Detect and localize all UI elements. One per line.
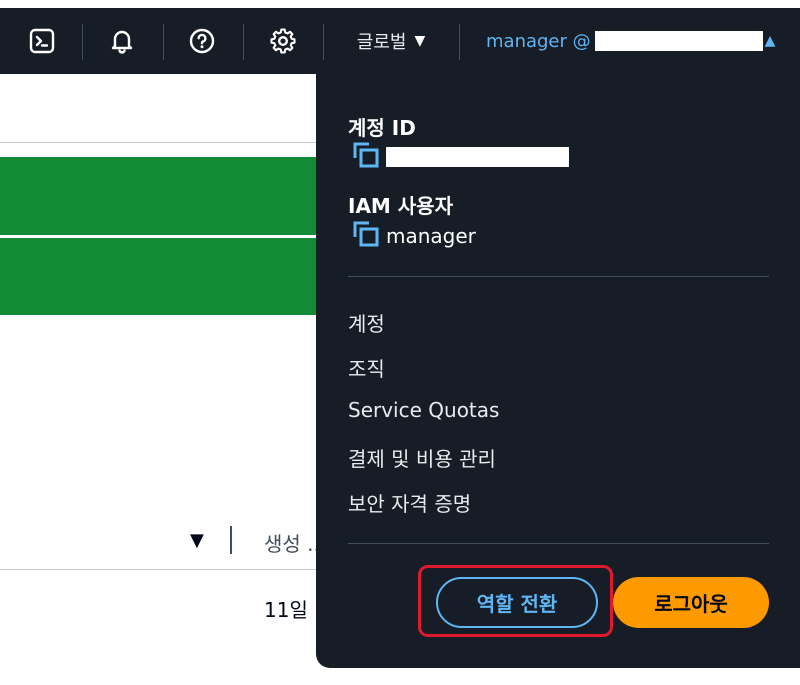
menu-item-service-quotas[interactable]: Service Quotas — [348, 398, 499, 422]
nav-separator — [243, 24, 244, 60]
bell-icon — [109, 28, 135, 54]
account-id-heading: 계정 ID — [348, 116, 416, 140]
menu-item-security-credentials[interactable]: 보안 자격 증명 — [348, 488, 471, 517]
cloudshell-button[interactable] — [18, 8, 66, 74]
menu-item-billing[interactable]: 결제 및 비용 관리 — [348, 443, 496, 472]
settings-button[interactable] — [259, 8, 307, 74]
region-label: 글로벌 — [356, 32, 407, 53]
iam-user-heading: IAM 사용자 — [348, 194, 453, 218]
menu-item-organizations[interactable]: 조직 — [348, 353, 385, 382]
menu-divider — [348, 543, 769, 544]
switch-role-button[interactable]: 역할 전환 — [436, 577, 598, 628]
top-navigation-bar: 글로벌 ▼ manager @ ▲ — [0, 8, 800, 74]
table-row-divider — [0, 569, 316, 570]
gear-icon — [269, 27, 297, 55]
account-id-row — [352, 141, 569, 173]
copy-icon[interactable] — [352, 141, 380, 173]
user-label: manager @ — [486, 30, 591, 52]
nav-separator — [163, 24, 164, 60]
success-banner — [0, 157, 316, 235]
menu-item-account[interactable]: 계정 — [348, 308, 385, 337]
sort-triangle-icon[interactable]: ▼ — [190, 530, 204, 551]
content-divider — [0, 142, 316, 143]
redacted-account-id — [594, 31, 763, 51]
column-separator — [230, 526, 232, 554]
menu-divider — [348, 276, 769, 277]
region-selector[interactable]: 글로벌 ▼ — [338, 8, 444, 74]
nav-separator — [459, 24, 460, 60]
caret-down-icon: ▼ — [414, 33, 426, 49]
logout-button[interactable]: 로그아웃 — [613, 577, 769, 628]
iam-user-row: manager — [352, 220, 476, 252]
redacted-account-id-value — [386, 147, 569, 167]
account-menu-toggle[interactable]: manager @ ▲ — [478, 8, 778, 74]
notifications-button[interactable] — [98, 8, 146, 74]
copy-icon[interactable] — [352, 220, 380, 252]
caret-up-icon: ▲ — [764, 33, 776, 49]
help-icon — [189, 28, 215, 54]
cloudshell-icon — [29, 28, 55, 54]
help-button[interactable] — [178, 8, 226, 74]
success-banner — [0, 238, 316, 315]
nav-separator — [82, 24, 83, 60]
table-cell: 11일 — [264, 598, 308, 622]
iam-user-value: manager — [386, 224, 476, 248]
nav-separator — [323, 24, 324, 60]
